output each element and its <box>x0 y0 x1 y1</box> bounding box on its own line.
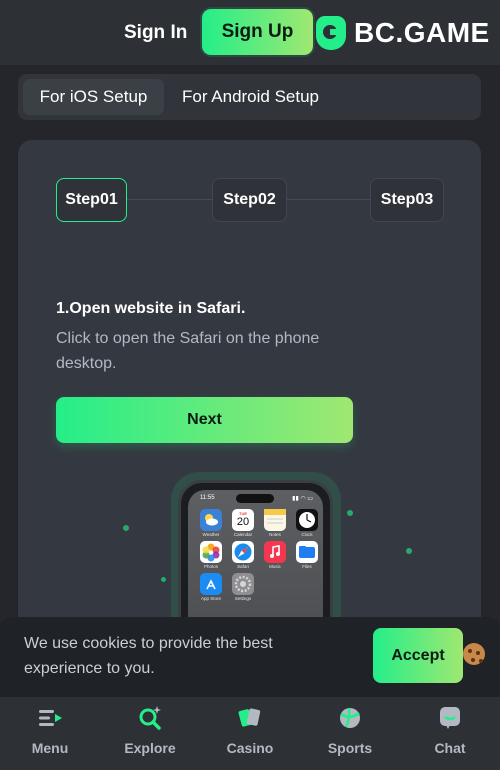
logo-icon <box>316 16 346 50</box>
app-label: Photos <box>203 564 218 569</box>
cookie-icon <box>463 643 485 665</box>
app-label: Weather <box>202 532 220 537</box>
nav-chat[interactable]: Chat <box>400 705 500 765</box>
nav-label: Sports <box>327 740 373 756</box>
nav-sports[interactable]: Sports <box>300 705 400 765</box>
nav-casino[interactable]: Casino <box>200 705 300 765</box>
weather-app-icon <box>200 509 222 531</box>
sports-icon <box>337 705 363 731</box>
music-app-icon <box>264 541 286 563</box>
casino-icon <box>237 705 263 731</box>
logo-text: BC.GAME <box>354 17 490 48</box>
nav-label: Chat <box>434 740 466 756</box>
app-label: Clock <box>301 532 313 537</box>
decor-dot <box>406 548 412 554</box>
next-button[interactable]: Next <box>56 397 353 443</box>
decor-dot <box>123 525 129 531</box>
bottom-nav: Menu Explore Casino Sports Chat <box>0 697 500 770</box>
explore-icon <box>137 705 163 731</box>
tab-android-setup[interactable]: For Android Setup <box>168 79 333 115</box>
setup-tabs: For iOS Setup For Android Setup <box>18 74 481 120</box>
step-connector <box>287 199 370 200</box>
bc-game-logo[interactable]: BC.GAME <box>316 15 490 51</box>
cookie-banner: We use cookies to provide the best exper… <box>0 617 500 697</box>
step-connector <box>127 199 212 200</box>
sign-in-link[interactable]: Sign In <box>124 22 187 44</box>
notes-app-icon <box>264 509 286 531</box>
photos-app-icon <box>200 541 222 563</box>
settings-app-icon <box>232 573 254 595</box>
clock-app-icon <box>296 509 318 531</box>
calendar-app-icon: TUE 20 <box>232 509 254 531</box>
step-03[interactable]: Step03 <box>370 178 444 222</box>
decor-dot <box>161 577 166 582</box>
app-label: Settings <box>234 596 252 601</box>
top-header: Sign In Sign Up BC.GAME <box>0 0 500 65</box>
app-label: Files <box>302 564 312 569</box>
menu-icon <box>37 705 63 731</box>
dynamic-island <box>236 494 274 503</box>
chat-icon <box>437 705 463 731</box>
app-label: Notes <box>269 532 281 537</box>
step-01[interactable]: Step01 <box>56 178 127 222</box>
instruction-title: 1.Open website in Safari. <box>56 300 246 317</box>
nav-label: Menu <box>31 740 69 756</box>
instruction-description: Click to open the Safari on the phone de… <box>56 330 320 372</box>
nav-menu[interactable]: Menu <box>0 705 100 765</box>
cookie-text: We use cookies to provide the best exper… <box>24 635 273 677</box>
tab-ios-setup[interactable]: For iOS Setup <box>23 79 164 115</box>
nav-explore[interactable]: Explore <box>100 705 200 765</box>
sign-up-button[interactable]: Sign Up <box>202 9 313 55</box>
app-label: Music <box>269 564 281 569</box>
nav-label: Casino <box>226 740 274 756</box>
app-store-icon <box>200 573 222 595</box>
accept-cookies-button[interactable]: Accept <box>373 628 463 683</box>
files-app-icon <box>296 541 318 563</box>
app-label: Safari <box>237 564 249 569</box>
app-label: App Store <box>200 596 221 601</box>
safari-app-icon <box>232 541 254 563</box>
calendar-date: 20 <box>236 516 250 528</box>
decor-dot <box>347 510 353 516</box>
step-02[interactable]: Step02 <box>212 178 287 222</box>
status-icons: ▮▮ ◠ ▭ <box>292 496 313 502</box>
app-label: Calendar <box>233 532 253 537</box>
nav-label: Explore <box>124 740 176 756</box>
phone-time: 11:55 <box>200 495 215 501</box>
